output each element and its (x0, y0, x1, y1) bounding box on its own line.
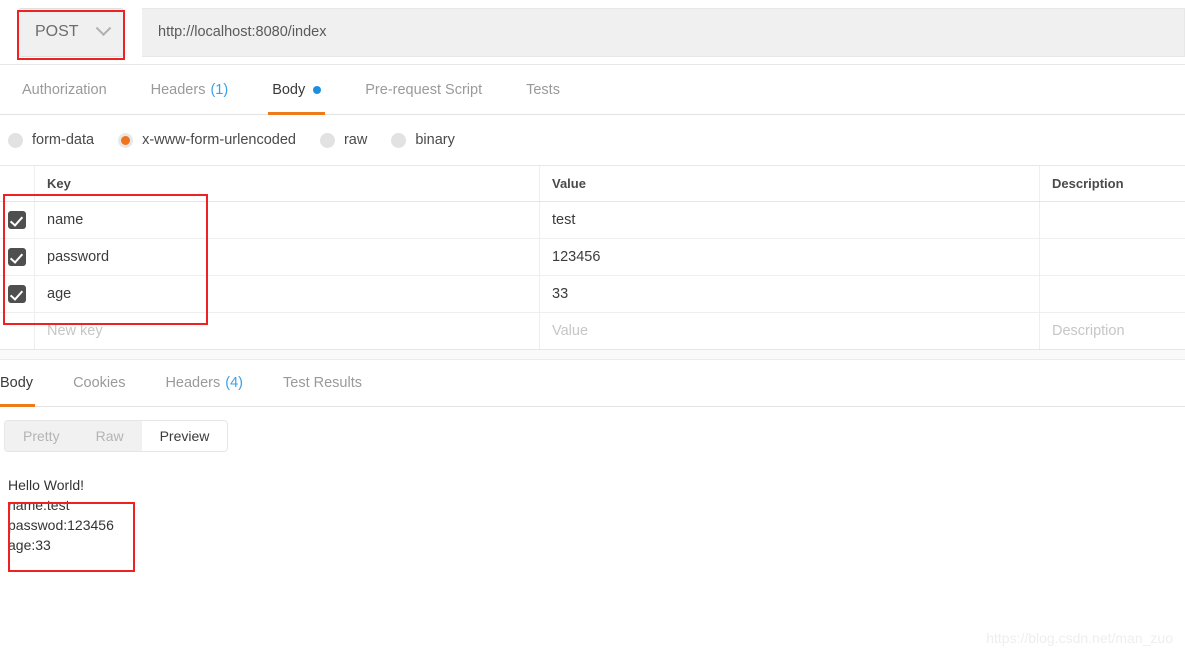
view-mode-raw[interactable]: Raw (78, 421, 142, 451)
tab-tests[interactable]: Tests (504, 65, 582, 114)
row-key-input[interactable]: name (35, 202, 540, 238)
view-mode-raw-label: Raw (95, 428, 124, 444)
response-line: Hello World! (8, 477, 84, 493)
tab-headers-count: (1) (210, 81, 229, 98)
response-tab-test-results[interactable]: Test Results (263, 360, 382, 406)
table-row: name test (0, 202, 1185, 239)
response-view-mode-group: Pretty Raw Preview (4, 420, 229, 452)
http-method-select[interactable]: POST (18, 7, 124, 57)
new-row-key-input[interactable]: New key (35, 313, 540, 349)
table-new-row: New key Value Description (0, 313, 1185, 350)
tab-pre-request-script-label: Pre-request Script (365, 81, 483, 98)
table-bottom-spacer (0, 350, 1185, 360)
radio-raw[interactable]: raw (319, 132, 368, 148)
header-value: Value (540, 166, 1040, 201)
radio-raw-label: raw (343, 132, 368, 148)
body-modified-dot-icon (313, 85, 322, 94)
row-value-input[interactable]: test (540, 202, 1040, 238)
row-key-input[interactable]: age (35, 276, 540, 312)
view-mode-pretty[interactable]: Pretty (5, 421, 78, 451)
table-row: password 123456 (0, 239, 1185, 276)
response-tab-headers[interactable]: Headers (4) (145, 360, 263, 406)
response-line: age:33 (8, 537, 51, 553)
row-description-input[interactable] (1040, 202, 1185, 238)
row-checkbox-cell (0, 239, 35, 275)
new-row-checkbox-cell (0, 313, 35, 349)
table-row: age 33 (0, 276, 1185, 313)
http-method-label: POST (35, 23, 79, 40)
response-tab-body[interactable]: Body (0, 360, 53, 407)
response-tabs: Body Cookies Headers (4) Test Results (0, 360, 1185, 407)
response-line: name:test (8, 497, 70, 513)
tab-authorization[interactable]: Authorization (0, 65, 129, 114)
response-tab-cookies[interactable]: Cookies (53, 360, 145, 406)
view-mode-preview[interactable]: Preview (141, 421, 228, 451)
row-checkbox-checked[interactable] (8, 211, 26, 229)
tab-authorization-label: Authorization (22, 81, 107, 98)
radio-selected-icon (118, 132, 134, 148)
url-input-value: http://localhost:8080/index (158, 24, 327, 40)
response-view-bar: Pretty Raw Preview (0, 407, 1185, 465)
tab-body-label: Body (272, 81, 306, 98)
response-tab-body-label: Body (0, 375, 34, 391)
table-header-row: Key Value Description (0, 166, 1185, 202)
radio-form-data[interactable]: form-data (8, 132, 94, 148)
header-description: Description (1052, 176, 1124, 191)
header-checkbox-cell (0, 166, 35, 201)
row-key-input[interactable]: password (35, 239, 540, 275)
response-tab-headers-count: (4) (225, 375, 243, 391)
request-tabs: Authorization Headers (1) Body Pre-reque… (0, 65, 1185, 115)
row-value-input[interactable]: 123456 (540, 239, 1040, 275)
tab-headers[interactable]: Headers (1) (129, 65, 251, 114)
row-checkbox-cell (0, 276, 35, 312)
response-tab-test-results-label: Test Results (283, 375, 362, 391)
radio-unselected-icon (391, 132, 407, 148)
radio-binary-label: binary (415, 132, 455, 148)
response-line: passwod:123456 (8, 517, 114, 533)
radio-unselected-icon (319, 132, 335, 148)
response-tab-headers-label: Headers (165, 375, 221, 391)
chevron-down-icon (95, 19, 112, 36)
radio-binary[interactable]: binary (391, 132, 455, 148)
new-row-value-input[interactable]: Value (540, 313, 1040, 349)
form-data-table: Key Value Description name test password… (0, 166, 1185, 350)
row-description-input[interactable] (1040, 239, 1185, 275)
row-description-input[interactable] (1040, 276, 1185, 312)
response-body-preview: Hello World! name:test passwod:123456 ag… (0, 465, 1185, 555)
new-row-description-input[interactable]: Description (1040, 313, 1185, 349)
response-tab-cookies-label: Cookies (73, 375, 126, 391)
tab-headers-label: Headers (150, 81, 206, 98)
radio-x-www-form-urlencoded-label: x-www-form-urlencoded (142, 132, 296, 148)
view-mode-preview-label: Preview (159, 428, 210, 444)
url-input[interactable]: http://localhost:8080/index (142, 7, 1185, 57)
watermark-text: https://blog.csdn.net/man_zuo (986, 630, 1173, 646)
row-value-input[interactable]: 33 (540, 276, 1040, 312)
radio-form-data-label: form-data (32, 132, 95, 148)
tab-pre-request-script[interactable]: Pre-request Script (343, 65, 504, 114)
radio-unselected-icon (8, 132, 23, 148)
request-url-bar: POST http://localhost:8080/index (0, 0, 1185, 65)
tab-body[interactable]: Body (250, 65, 343, 115)
tab-tests-label: Tests (526, 81, 560, 98)
body-type-radio-group: form-data x-www-form-urlencoded raw bina… (0, 115, 1185, 166)
view-mode-pretty-label: Pretty (23, 428, 60, 444)
row-checkbox-checked[interactable] (8, 285, 26, 303)
row-checkbox-cell (0, 202, 35, 238)
header-key: Key (35, 166, 540, 201)
row-checkbox-checked[interactable] (8, 248, 26, 266)
radio-x-www-form-urlencoded[interactable]: x-www-form-urlencoded (118, 132, 296, 148)
